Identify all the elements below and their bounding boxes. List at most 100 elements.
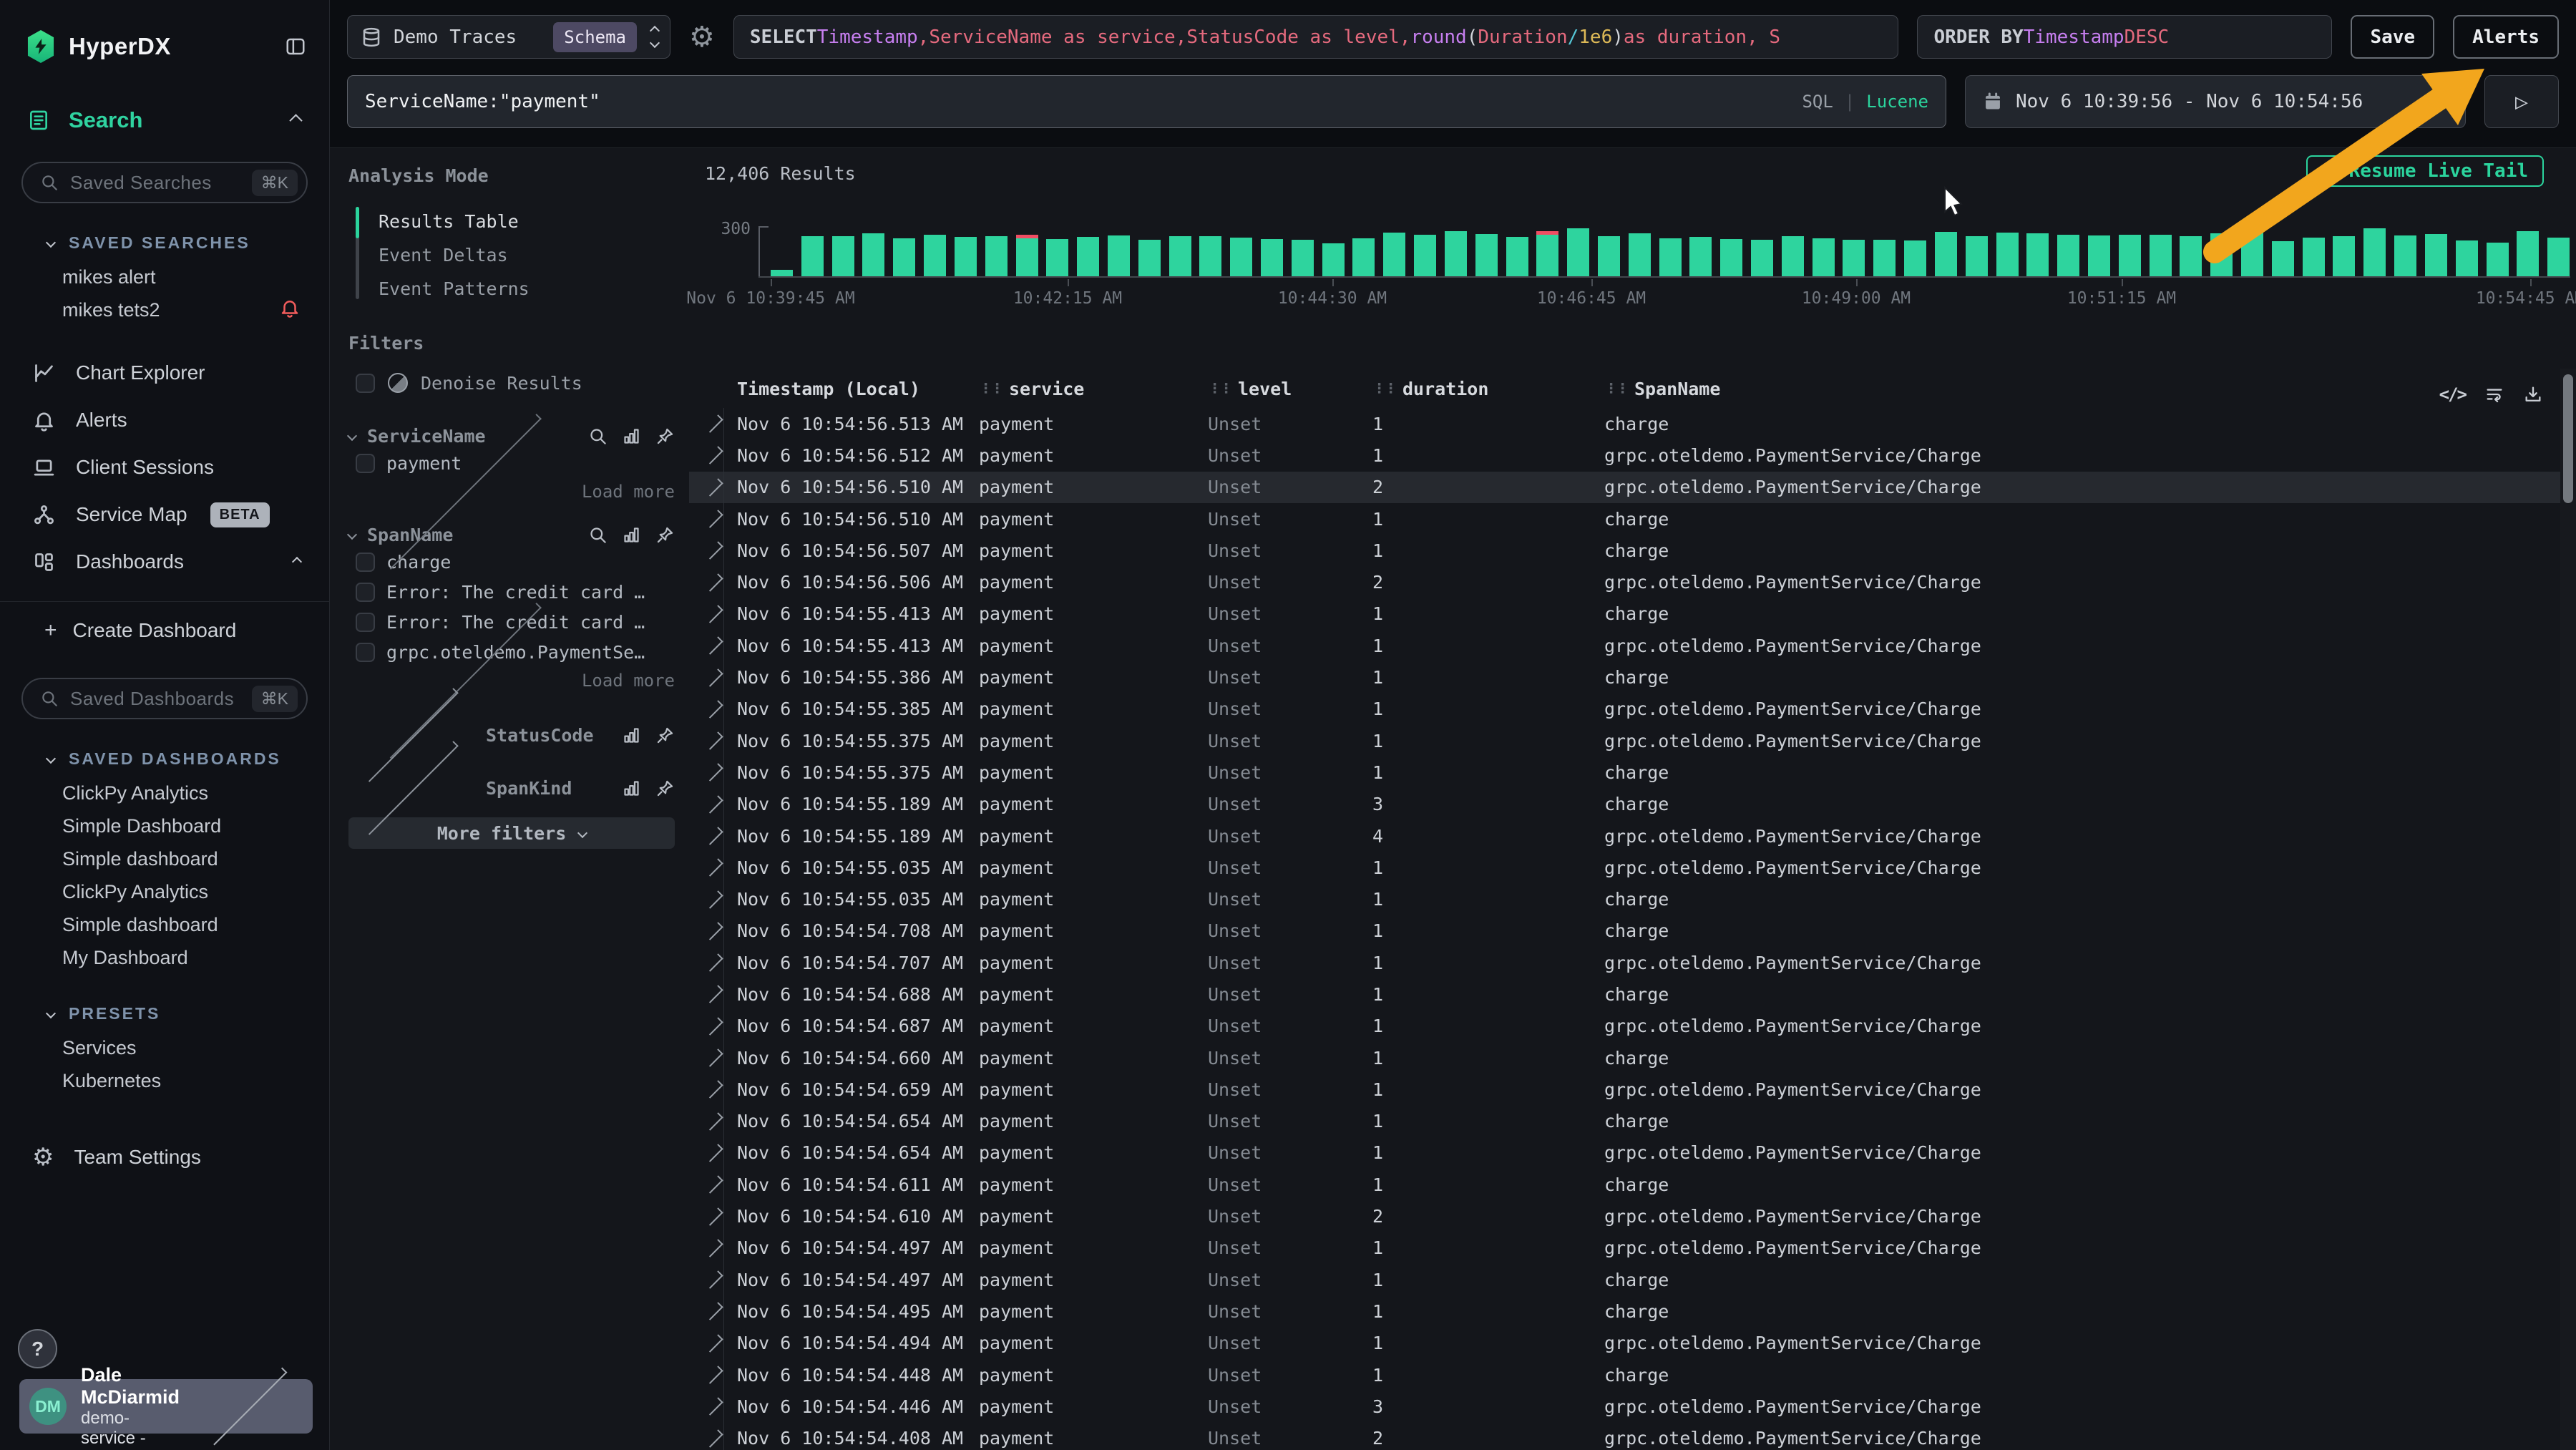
user-menu[interactable]: DM Dale McDiarmid demo-service - (19, 1379, 313, 1434)
expand-row-icon[interactable] (703, 852, 724, 883)
filter-option-error1[interactable]: Error: The credit card … (348, 577, 675, 607)
pin-icon[interactable] (655, 525, 675, 545)
chart-bar[interactable] (1598, 236, 1620, 276)
dashboard-item[interactable]: Simple dashboard (0, 842, 329, 875)
chart-bar[interactable] (1843, 240, 1865, 276)
sidebar-item-dashboards[interactable]: Dashboards (0, 538, 329, 585)
expand-row-icon[interactable] (703, 1359, 724, 1391)
chart-bar[interactable] (1966, 236, 1988, 276)
table-row[interactable]: Nov 6 10:54:54.687 AMpaymentUnset1grpc.o… (689, 1011, 2560, 1042)
chart-bar[interactable] (1138, 240, 1161, 276)
expand-row-icon[interactable] (703, 725, 724, 756)
chart-bar[interactable] (2487, 243, 2509, 276)
expand-row-icon[interactable] (703, 1011, 724, 1042)
expand-row-icon[interactable] (703, 756, 724, 788)
expand-row-icon[interactable] (703, 566, 724, 598)
chart-bar[interactable] (1873, 240, 1896, 276)
chart-bar[interactable] (2150, 235, 2172, 276)
chart-bar[interactable] (1414, 235, 1436, 276)
table-row[interactable]: Nov 6 10:54:56.510 AMpaymentUnset1charge (689, 503, 2560, 535)
checkbox[interactable] (356, 643, 375, 662)
chart-bar[interactable] (862, 233, 884, 276)
saved-searches-input[interactable]: Saved Searches ⌘K (21, 162, 308, 203)
table-row[interactable]: Nov 6 10:54:55.035 AMpaymentUnset1grpc.o… (689, 852, 2560, 883)
column-header-spanname[interactable]: ⋮⋮SpanName (1604, 379, 2560, 399)
chart-bar[interactable] (2547, 238, 2570, 276)
saved-search-item[interactable]: mikes tets2 (0, 293, 329, 326)
table-row[interactable]: Nov 6 10:54:55.375 AMpaymentUnset1charge (689, 756, 2560, 788)
column-header-duration[interactable]: ⋮⋮duration (1372, 379, 1604, 399)
chart-bar[interactable] (2517, 231, 2539, 276)
expand-row-icon[interactable] (703, 472, 724, 503)
table-row[interactable]: Nov 6 10:54:54.660 AMpaymentUnset1charge (689, 1042, 2560, 1074)
dashboard-item[interactable]: ClickPy Analytics (0, 875, 329, 908)
chart-bar[interactable] (832, 236, 854, 276)
saved-searches-header[interactable]: SAVED SEARCHES (0, 232, 329, 253)
expand-row-icon[interactable] (703, 915, 724, 947)
chart-bar[interactable] (771, 270, 793, 276)
time-range-picker[interactable]: Nov 6 10:39:56 - Nov 6 10:54:56 (1965, 75, 2466, 128)
chart-bar[interactable] (1904, 240, 1926, 276)
run-query-button[interactable]: ▷ (2484, 75, 2559, 128)
chart-bar[interactable] (1659, 238, 1682, 276)
expand-row-icon[interactable] (703, 1391, 724, 1422)
preset-item[interactable]: Services (0, 1031, 329, 1064)
checkbox[interactable] (356, 553, 375, 572)
table-row[interactable]: Nov 6 10:54:56.506 AMpaymentUnset2grpc.o… (689, 566, 2560, 598)
saved-search-item[interactable]: mikes alert (0, 261, 329, 293)
chart-bar[interactable] (1077, 237, 1099, 276)
chart-bar[interactable] (2057, 235, 2079, 276)
expand-row-icon[interactable] (703, 598, 724, 630)
chart-bar[interactable] (1292, 240, 1314, 276)
table-row[interactable]: Nov 6 10:54:54.495 AMpaymentUnset1charge (689, 1295, 2560, 1327)
table-row[interactable]: Nov 6 10:54:54.654 AMpaymentUnset1charge (689, 1106, 2560, 1137)
column-header-timestamp[interactable]: Timestamp (Local) (724, 379, 979, 399)
chart-bar[interactable] (2180, 236, 2202, 276)
mode-results-table[interactable]: Results Table (348, 205, 675, 238)
expand-row-icon[interactable] (703, 1137, 724, 1169)
table-row[interactable]: Nov 6 10:54:54.446 AMpaymentUnset3grpc.o… (689, 1391, 2560, 1422)
denoise-results-option[interactable]: Denoise Results (348, 371, 675, 395)
expand-row-icon[interactable] (703, 1169, 724, 1200)
dashboard-item[interactable]: ClickPy Analytics (0, 777, 329, 809)
save-button[interactable]: Save (2351, 15, 2434, 59)
expand-row-icon[interactable] (703, 1074, 724, 1105)
chart-bar[interactable] (1108, 235, 1130, 276)
table-row[interactable]: Nov 6 10:54:56.507 AMpaymentUnset1charge (689, 535, 2560, 566)
expand-row-icon[interactable] (703, 947, 724, 978)
table-row[interactable]: Nov 6 10:54:54.610 AMpaymentUnset2grpc.o… (689, 1200, 2560, 1232)
table-row[interactable]: Nov 6 10:54:54.707 AMpaymentUnset1grpc.o… (689, 947, 2560, 978)
team-settings-button[interactable]: ⚙ Team Settings (0, 1143, 329, 1172)
table-row[interactable]: Nov 6 10:54:54.497 AMpaymentUnset1grpc.o… (689, 1232, 2560, 1264)
chart-bar[interactable] (2241, 232, 2263, 276)
chart-bar[interactable] (1199, 236, 1221, 276)
chart-bar[interactable] (1383, 233, 1405, 276)
chart-bar[interactable] (893, 238, 915, 276)
chart-bar[interactable] (985, 236, 1008, 276)
expand-row-icon[interactable] (703, 1232, 724, 1264)
table-row[interactable]: Nov 6 10:54:55.375 AMpaymentUnset1grpc.o… (689, 725, 2560, 756)
drag-handle-icon[interactable]: ⋮⋮ (1372, 381, 1395, 396)
dashboard-item[interactable]: My Dashboard (0, 941, 329, 974)
chart-bar[interactable] (1475, 234, 1498, 276)
chart-bar[interactable] (2210, 233, 2233, 276)
filter-section-spanname[interactable]: SpanName (348, 522, 675, 547)
expand-row-icon[interactable] (703, 439, 724, 471)
pin-icon[interactable] (655, 427, 675, 446)
chart-bar[interactable] (1751, 240, 1773, 276)
table-row[interactable]: Nov 6 10:54:55.385 AMpaymentUnset1grpc.o… (689, 694, 2560, 725)
drag-handle-icon[interactable]: ⋮⋮ (979, 381, 1002, 396)
saved-dashboards-header[interactable]: SAVED DASHBOARDS (0, 748, 329, 769)
chart-bar[interactable] (1629, 233, 1651, 276)
presets-header[interactable]: PRESETS (0, 1003, 329, 1024)
chart-bar[interactable] (1322, 243, 1345, 276)
expand-row-icon[interactable] (703, 1106, 724, 1137)
order-by-input[interactable]: ORDER BY Timestamp DESC (1917, 15, 2332, 59)
lucene-mode-toggle[interactable]: Lucene (1866, 92, 1928, 112)
search-query-input[interactable]: ServiceName:"payment" SQL | Lucene (347, 75, 1946, 128)
table-row[interactable]: Nov 6 10:54:55.413 AMpaymentUnset1charge (689, 598, 2560, 630)
expand-row-icon[interactable] (703, 1295, 724, 1327)
chart-bar[interactable] (2363, 228, 2386, 276)
chart-bar[interactable] (2119, 235, 2141, 276)
sql-mode-toggle[interactable]: SQL (1802, 92, 1833, 112)
